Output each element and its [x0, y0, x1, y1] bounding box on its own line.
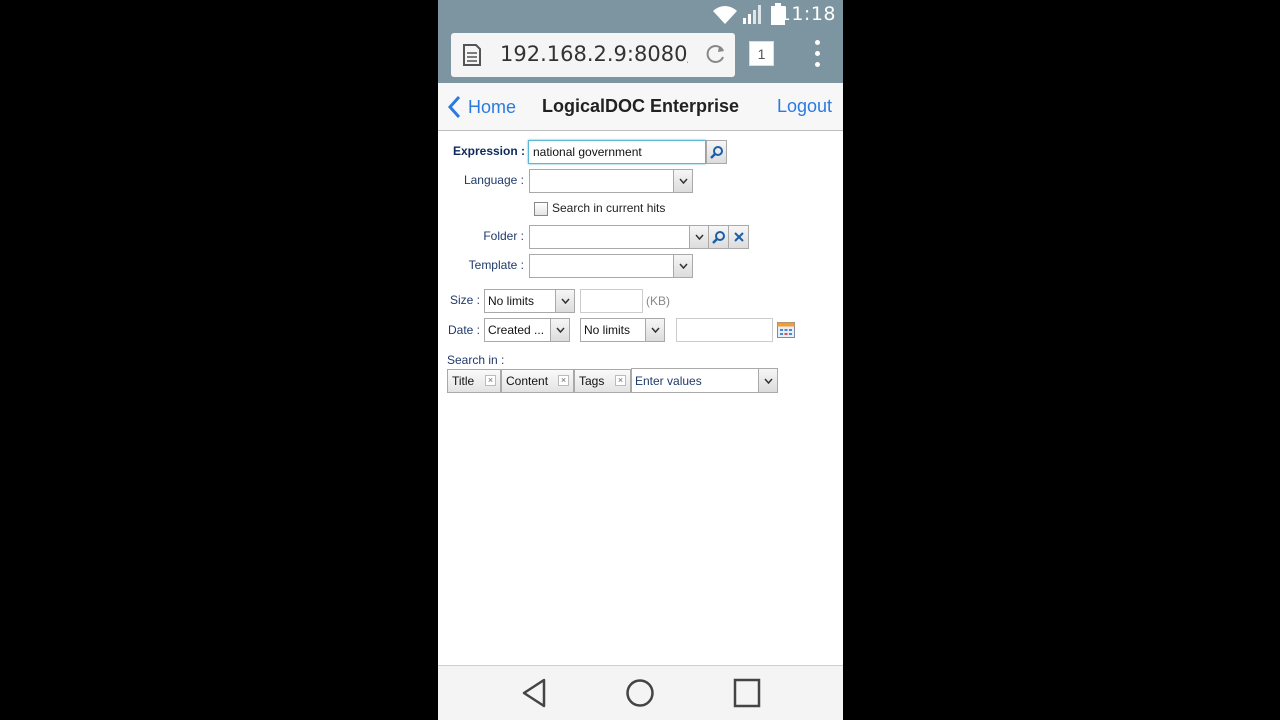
status-bar: 11:18: [438, 0, 843, 29]
chevron-down-icon[interactable]: [673, 170, 692, 192]
system-nav-bar: [438, 665, 843, 720]
reload-icon[interactable]: [705, 43, 727, 65]
chevron-down-icon[interactable]: [555, 290, 574, 312]
date-input[interactable]: [676, 318, 773, 342]
search-in-values-select[interactable]: Enter values: [631, 368, 778, 393]
template-select[interactable]: [529, 254, 693, 278]
search-current-hits-label[interactable]: Search in current hits: [552, 201, 665, 215]
overflow-menu-icon[interactable]: [808, 40, 826, 70]
clock: 11:18: [778, 3, 836, 25]
browser-toolbar: 192.168.2.9:8080/mobile 1: [438, 29, 843, 83]
size-input[interactable]: [580, 289, 643, 313]
back-icon[interactable]: [520, 677, 548, 709]
url-text[interactable]: 192.168.2.9:8080/mobile: [500, 42, 688, 66]
search-in-chip-tags[interactable]: Tags ×: [574, 369, 631, 393]
size-limit-value: No limits: [488, 294, 535, 308]
search-button[interactable]: [706, 140, 727, 164]
search-current-hits-checkbox[interactable]: [534, 202, 548, 216]
template-label: Template :: [468, 258, 524, 272]
expression-input[interactable]: [528, 140, 706, 164]
search-in-chip-title[interactable]: Title ×: [447, 369, 501, 393]
search-icon: [711, 231, 725, 244]
folder-select[interactable]: [529, 225, 709, 249]
tab-counter[interactable]: 1: [749, 41, 774, 66]
size-unit-label: (KB): [646, 294, 670, 308]
chevron-down-icon[interactable]: [689, 226, 708, 248]
search-in-label: Search in :: [447, 353, 505, 367]
folder-label: Folder :: [483, 229, 524, 243]
search-in-placeholder: Enter values: [635, 374, 702, 388]
chevron-down-icon[interactable]: [550, 319, 569, 341]
clear-icon: [733, 232, 744, 242]
app-header: Home LogicalDOC Enterprise Logout: [438, 83, 843, 131]
logout-button[interactable]: Logout: [777, 96, 832, 117]
chip-label: Tags: [579, 374, 605, 388]
chevron-down-icon[interactable]: [673, 255, 692, 277]
date-type-select[interactable]: Created ...: [484, 318, 570, 342]
expression-label: Expression :: [452, 144, 525, 158]
language-label: Language :: [463, 173, 524, 187]
chevron-down-icon[interactable]: [645, 319, 664, 341]
chip-label: Content: [506, 374, 549, 388]
close-icon[interactable]: ×: [558, 375, 569, 386]
date-limit-select[interactable]: No limits: [580, 318, 665, 342]
date-label: Date :: [447, 323, 480, 337]
phone-screen: 11:18 192.168.2.9:8080/mobile 1 Home: [438, 0, 843, 720]
home-icon[interactable]: [625, 677, 655, 709]
size-limit-select[interactable]: No limits: [484, 289, 575, 313]
chip-label: Title: [452, 374, 475, 388]
search-in-chip-content[interactable]: Content ×: [501, 369, 574, 393]
size-label: Size :: [449, 293, 480, 307]
recents-icon[interactable]: [733, 677, 761, 709]
chevron-down-icon[interactable]: [758, 369, 777, 392]
folder-search-button[interactable]: [708, 225, 729, 249]
date-type-value: Created ...: [488, 323, 545, 337]
signal-icon: [743, 5, 761, 24]
close-icon[interactable]: ×: [615, 375, 626, 386]
language-select[interactable]: [529, 169, 693, 193]
address-bar[interactable]: 192.168.2.9:8080/mobile: [451, 33, 735, 77]
search-icon: [709, 146, 723, 159]
wifi-icon: [713, 6, 737, 24]
date-limit-value: No limits: [584, 323, 631, 337]
page-icon: [463, 44, 481, 66]
folder-clear-button[interactable]: [728, 225, 749, 249]
close-icon[interactable]: ×: [485, 375, 496, 386]
calendar-icon[interactable]: [777, 322, 795, 338]
